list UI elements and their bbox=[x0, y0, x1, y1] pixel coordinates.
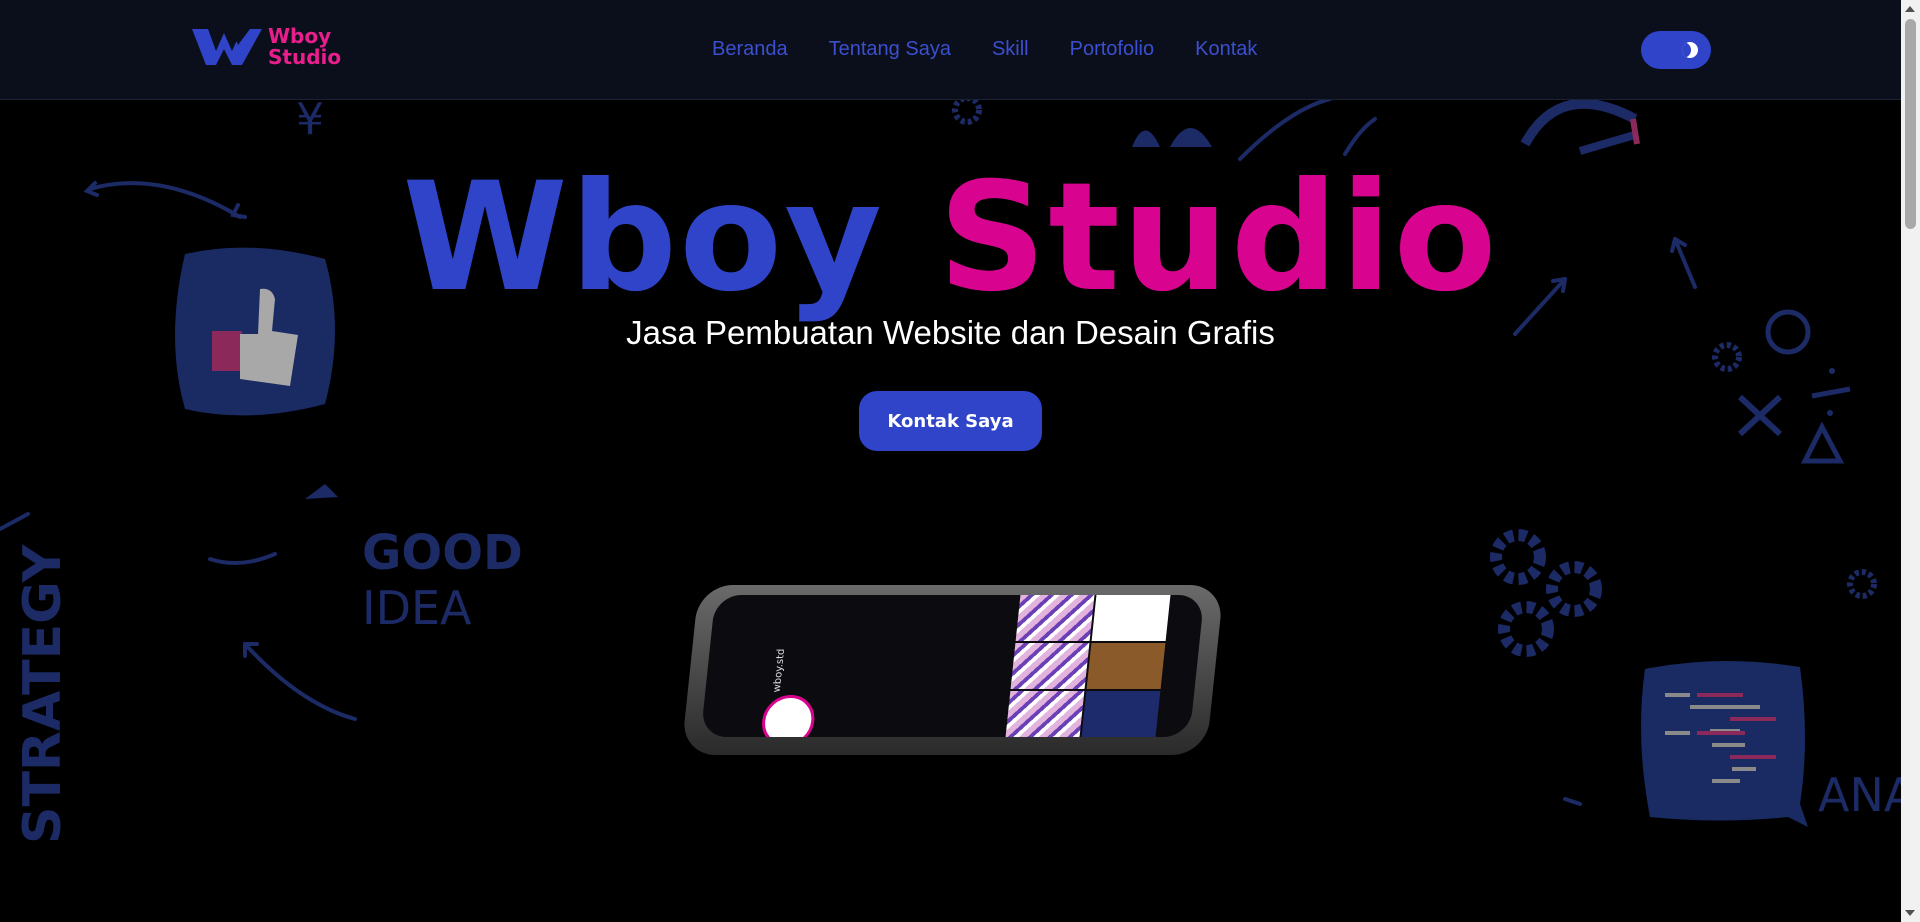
post-grid bbox=[1005, 595, 1171, 737]
hero-title-studio: Studio bbox=[938, 151, 1499, 325]
contact-me-button[interactable]: Kontak Saya bbox=[859, 391, 1042, 451]
avatar bbox=[759, 695, 817, 737]
nav-portofolio[interactable]: Portofolio bbox=[1070, 38, 1155, 61]
code-bubble-icon bbox=[1641, 660, 1808, 827]
post-thumb bbox=[1086, 643, 1166, 689]
scroll-thumb[interactable] bbox=[1905, 19, 1916, 229]
nav-skill[interactable]: Skill bbox=[992, 38, 1029, 61]
phone-mockup: wboy.std bbox=[681, 585, 1224, 760]
nav-beranda[interactable]: Beranda bbox=[712, 38, 788, 61]
post-thumb bbox=[1005, 691, 1085, 737]
logo-w-icon bbox=[192, 29, 262, 65]
post-thumb bbox=[1091, 595, 1171, 641]
svg-text:STRATEGY: STRATEGY bbox=[13, 543, 73, 844]
brand-logo[interactable]: Wboy Studio bbox=[192, 24, 342, 74]
page-scrollbar[interactable] bbox=[1901, 0, 1920, 922]
phone-screen: wboy.std bbox=[700, 595, 1205, 737]
main-nav: Beranda Tentang Saya Skill Portofolio Ko… bbox=[712, 38, 1257, 61]
svg-text:IDEA: IDEA bbox=[362, 581, 472, 635]
gear-icon bbox=[1490, 529, 1602, 657]
scroll-up-icon[interactable] bbox=[1905, 6, 1915, 12]
post-thumb bbox=[1010, 643, 1090, 689]
post-thumb bbox=[1015, 595, 1095, 641]
logo-text: Wboy Studio bbox=[268, 24, 342, 69]
hero-subtitle: Jasa Pembuatan Website dan Desain Grafis bbox=[626, 314, 1275, 351]
nav-tentang-saya[interactable]: Tentang Saya bbox=[829, 38, 951, 61]
profile-handle: wboy.std bbox=[771, 648, 788, 693]
hero-title: Wboy Studio bbox=[0, 148, 1901, 328]
svg-text:GOOD: GOOD bbox=[362, 525, 523, 581]
hero-title-wboy: Wboy bbox=[402, 151, 885, 325]
nav-kontak[interactable]: Kontak bbox=[1195, 38, 1257, 61]
scroll-down-icon[interactable] bbox=[1905, 910, 1915, 916]
dark-mode-toggle[interactable] bbox=[1641, 31, 1711, 69]
moon-icon bbox=[1682, 42, 1698, 58]
svg-text:ANA: ANA bbox=[1818, 768, 1901, 822]
post-thumb bbox=[1081, 691, 1161, 737]
svg-text:¥: ¥ bbox=[296, 99, 324, 145]
site-header: Wboy Studio Beranda Tentang Saya Skill P… bbox=[0, 0, 1901, 100]
